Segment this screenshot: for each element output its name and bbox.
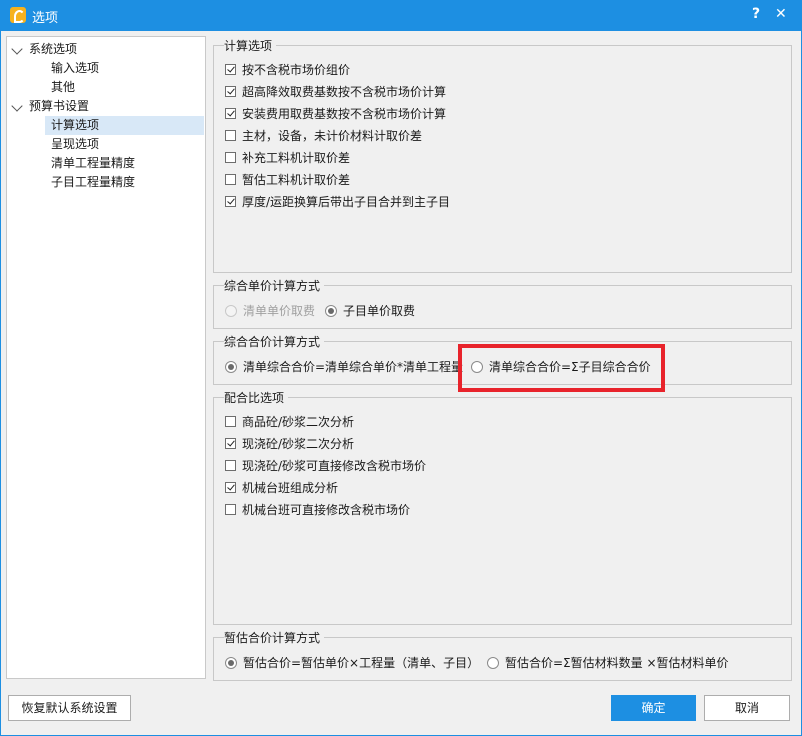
radio-bill-total-price[interactable]: 清单综合合价=清单综合单价*清单工程量	[225, 358, 463, 376]
radio-bill-unit-price[interactable]: 清单单价取费	[225, 302, 315, 320]
checkbox-label: 安装费用取费基数按不含税市场价计算	[242, 107, 447, 121]
tree-item-item-quantity-precision[interactable]: 子目工程量精度	[45, 173, 141, 192]
checkbox-box[interactable]	[225, 108, 236, 119]
checkbox-box[interactable]	[225, 504, 236, 515]
settings-tree: 系统选项 输入选项 其他 预算书设置 计算选项 呈现选项 清单工程量精度 子目工…	[6, 36, 206, 679]
unit-price-method-group: 综合单价计算方式 清单单价取费 子目单价取费	[213, 277, 792, 329]
checkbox-label: 补充工料机计取价差	[242, 151, 351, 165]
title-bar: 选项 ? ✕	[0, 0, 802, 31]
tree-item-other[interactable]: 其他	[45, 78, 81, 97]
radio-label: 清单综合合价=清单综合单价*清单工程量	[243, 360, 464, 374]
radio-label: 清单单价取费	[243, 304, 316, 318]
checkbox-box[interactable]	[225, 196, 236, 207]
chevron-down-icon[interactable]	[11, 42, 23, 55]
checkbox-box[interactable]	[225, 460, 236, 471]
checkbox-height-efficiency[interactable]: 超高降效取费基数按不含税市场价计算	[225, 83, 446, 101]
checkbox-label: 主材，设备，未计价材料计取价差	[242, 129, 423, 143]
tree-item-input-options[interactable]: 输入选项	[45, 59, 105, 78]
tree-item-label: 系统选项	[29, 42, 78, 56]
checkbox-box[interactable]	[225, 482, 236, 493]
group-title: 暂估合价计算方式	[224, 629, 325, 646]
cancel-button[interactable]: 取消	[704, 695, 790, 721]
app-logo-icon	[10, 7, 26, 23]
tree-item-budget-settings[interactable]: 预算书设置	[11, 97, 89, 116]
radio-label: 清单综合合价=Σ子目综合合价	[489, 360, 651, 374]
checkbox-estimate-diff[interactable]: 暂估工料机计取价差	[225, 171, 350, 189]
estimate-method-group: 暂估合价计算方式 暂估合价=暂估单价×工程量（清单、子目） 暂估合价=Σ暂估材料…	[213, 629, 792, 681]
checkbox-merge-subitems[interactable]: 厚度/运距换算后带出子目合并到主子目	[225, 193, 450, 211]
ok-button[interactable]: 确定	[611, 695, 696, 721]
tree-item-calc-options[interactable]: 计算选项	[45, 116, 204, 135]
tree-item-system-options[interactable]: 系统选项	[11, 40, 77, 59]
radio-estimate-sum[interactable]: 暂估合价=Σ暂估材料数量 ×暂估材料单价	[487, 654, 729, 672]
checkbox-label: 商品砼/砂浆二次分析	[242, 415, 355, 429]
group-title: 综合合价计算方式	[224, 333, 325, 350]
window-title: 选项	[32, 11, 59, 26]
group-title: 综合单价计算方式	[224, 277, 325, 294]
radio-label: 暂估合价=Σ暂估材料数量 ×暂估材料单价	[505, 656, 729, 670]
tree-item-label: 预算书设置	[29, 99, 90, 113]
calc-options-group: 计算选项 按不含税市场价组价 超高降效取费基数按不含税市场价计算 安装费用取费基…	[213, 37, 792, 273]
radio-circle[interactable]	[471, 361, 483, 373]
checkbox-box[interactable]	[225, 438, 236, 449]
checkbox-main-material-diff[interactable]: 主材，设备，未计价材料计取价差	[225, 127, 422, 145]
checkbox-box[interactable]	[225, 64, 236, 75]
radio-circle[interactable]	[225, 361, 237, 373]
group-title: 计算选项	[224, 37, 277, 54]
checkbox-machine-shift[interactable]: 机械台班组成分析	[225, 479, 338, 497]
radio-circle[interactable]	[325, 305, 337, 317]
checkbox-commercial-concrete[interactable]: 商品砼/砂浆二次分析	[225, 413, 354, 431]
total-price-method-group: 综合合价计算方式 清单综合合价=清单综合单价*清单工程量 清单综合合价=Σ子目综…	[213, 333, 792, 385]
checkbox-label: 现浇砼/砂浆二次分析	[242, 437, 355, 451]
checkbox-box[interactable]	[225, 174, 236, 185]
checkbox-label: 机械台班可直接修改含税市场价	[242, 503, 411, 517]
radio-label: 子目单价取费	[343, 304, 416, 318]
radio-circle[interactable]	[225, 305, 237, 317]
checkbox-label: 按不含税市场价组价	[242, 63, 351, 77]
checkbox-label: 机械台班组成分析	[242, 481, 339, 495]
checkbox-box[interactable]	[225, 86, 236, 97]
radio-circle[interactable]	[487, 657, 499, 669]
checkbox-cast-concrete[interactable]: 现浇砼/砂浆二次分析	[225, 435, 354, 453]
mix-options-group: 配合比选项 商品砼/砂浆二次分析 现浇砼/砂浆二次分析 现浇砼/砂浆可直接修改含…	[213, 389, 792, 625]
checkbox-cast-concrete-edit[interactable]: 现浇砼/砂浆可直接修改含税市场价	[225, 457, 426, 475]
checkbox-no-tax-market-price[interactable]: 按不含税市场价组价	[225, 61, 350, 79]
checkbox-install-fee-base[interactable]: 安装费用取费基数按不含税市场价计算	[225, 105, 446, 123]
checkbox-machine-shift-edit[interactable]: 机械台班可直接修改含税市场价	[225, 501, 410, 519]
radio-label: 暂估合价=暂估单价×工程量（清单、子目）	[243, 656, 480, 670]
checkbox-box[interactable]	[225, 130, 236, 141]
checkbox-box[interactable]	[225, 152, 236, 163]
tree-item-bill-quantity-precision[interactable]: 清单工程量精度	[45, 154, 141, 173]
radio-item-unit-price[interactable]: 子目单价取费	[325, 302, 415, 320]
tree-item-display-options[interactable]: 呈现选项	[45, 135, 105, 154]
close-button[interactable]: ✕	[775, 6, 787, 22]
group-title: 配合比选项	[224, 389, 289, 406]
checkbox-label: 暂估工料机计取价差	[242, 173, 351, 187]
checkbox-box[interactable]	[225, 416, 236, 427]
restore-defaults-button[interactable]: 恢复默认系统设置	[8, 695, 131, 721]
checkbox-supplement-diff[interactable]: 补充工料机计取价差	[225, 149, 350, 167]
radio-circle[interactable]	[225, 657, 237, 669]
chevron-down-icon[interactable]	[11, 99, 23, 112]
checkbox-label: 现浇砼/砂浆可直接修改含税市场价	[242, 459, 427, 473]
checkbox-label: 厚度/运距换算后带出子目合并到主子目	[242, 195, 451, 209]
radio-sum-item-total[interactable]: 清单综合合价=Σ子目综合合价	[471, 358, 651, 376]
checkbox-label: 超高降效取费基数按不含税市场价计算	[242, 85, 447, 99]
radio-estimate-unit-times-qty[interactable]: 暂估合价=暂估单价×工程量（清单、子目）	[225, 654, 479, 672]
help-button[interactable]: ?	[752, 6, 760, 22]
